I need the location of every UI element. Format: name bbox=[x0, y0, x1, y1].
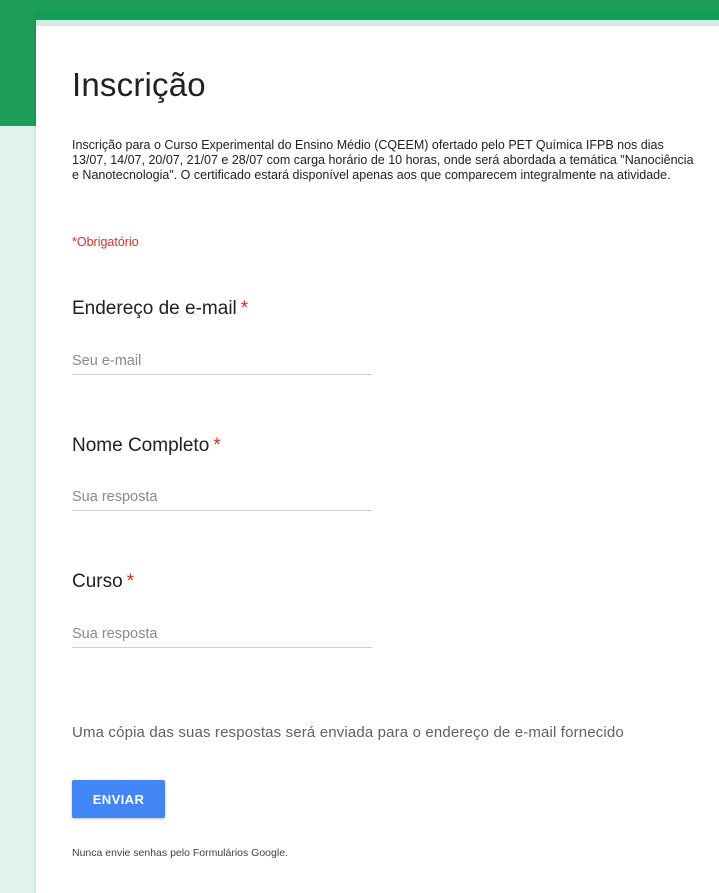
submit-button[interactable]: ENVIAR bbox=[72, 780, 165, 818]
question-course-label: Curso * bbox=[72, 571, 134, 593]
question-label-text: Nome Completo bbox=[72, 435, 210, 456]
form-card-accent bbox=[36, 12, 719, 20]
form-card-accent-shadow bbox=[36, 20, 719, 26]
full-name-input[interactable] bbox=[72, 484, 372, 511]
copy-notice: Uma cópia das suas respostas será enviad… bbox=[72, 724, 624, 741]
email-input[interactable] bbox=[72, 348, 372, 375]
course-input[interactable] bbox=[72, 621, 372, 648]
form-description: Inscrição para o Curso Experimental do E… bbox=[72, 138, 694, 182]
required-asterisk: * bbox=[126, 571, 135, 592]
question-label-text: Curso bbox=[72, 571, 123, 592]
password-warning: Nunca envie senhas pelo Formulários Goog… bbox=[72, 847, 288, 859]
question-name-label: Nome Completo * bbox=[72, 435, 221, 457]
question-label-text: Endereço de e-mail bbox=[72, 298, 237, 319]
required-asterisk: * bbox=[240, 298, 249, 319]
required-asterisk: * bbox=[213, 435, 221, 456]
required-note: *Obrigatório bbox=[72, 235, 139, 249]
form-title: Inscrição bbox=[72, 66, 206, 103]
question-email-label: Endereço de e-mail * bbox=[72, 298, 248, 320]
